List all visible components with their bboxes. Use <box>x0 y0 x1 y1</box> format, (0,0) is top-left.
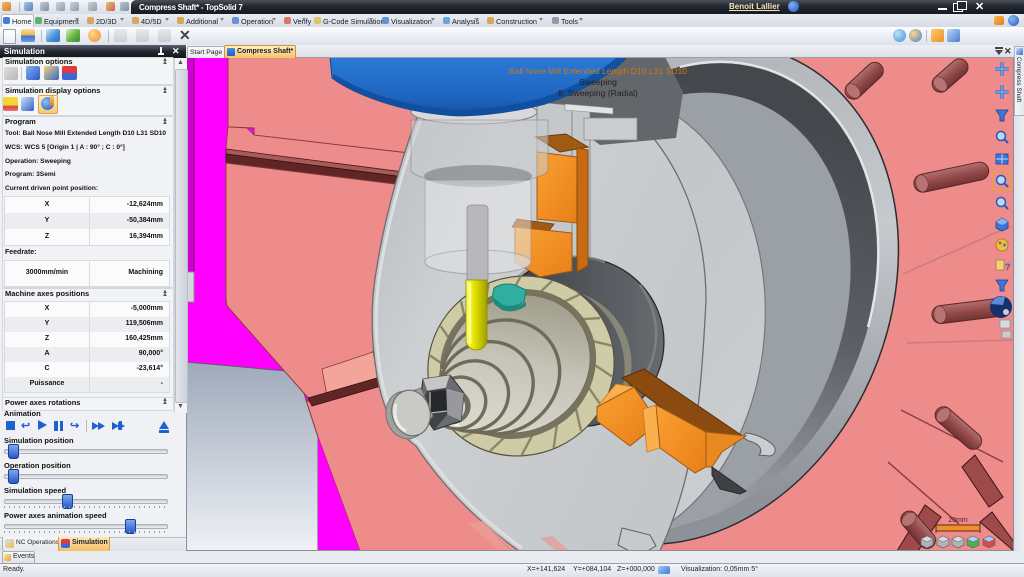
svg-text:Sweeping: Sweeping <box>579 77 617 87</box>
svg-text:?: ? <box>1005 262 1011 272</box>
svg-text:20mm: 20mm <box>948 517 968 524</box>
svg-text:Ball Nose Mill Extended Length: Ball Nose Mill Extended Length D10 L31 S… <box>509 66 687 76</box>
svg-text:8: Sweeping (Radial): 8: Sweeping (Radial) <box>558 88 638 98</box>
